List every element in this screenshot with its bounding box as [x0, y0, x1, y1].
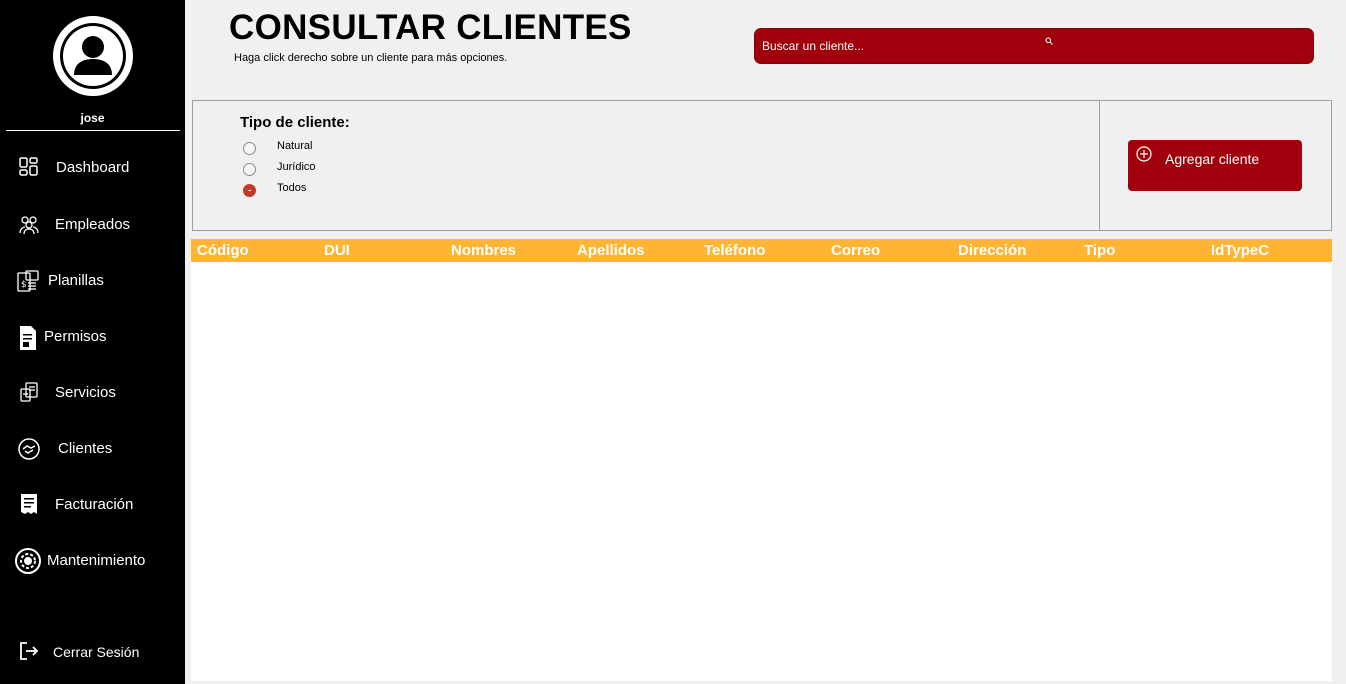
logout-button[interactable]: Cerrar Sesión: [0, 632, 185, 672]
sidebar-item-label: Dashboard: [56, 159, 130, 176]
svg-text:$: $: [21, 280, 27, 290]
sidebar-item-label: Facturación: [55, 496, 134, 513]
logout-icon: [19, 641, 41, 663]
permissions-icon: [17, 325, 39, 350]
radio-circle[interactable]: [243, 163, 256, 176]
action-panel: Agregar cliente: [1099, 100, 1332, 231]
column-header-dui[interactable]: DUI: [324, 242, 350, 259]
column-header-correo[interactable]: Correo: [831, 242, 880, 259]
search-box[interactable]: [754, 28, 1314, 64]
maintenance-gear-icon: [14, 547, 42, 575]
client-type-filter-panel: Tipo de cliente: Natural Jurídico Todos: [192, 100, 1100, 231]
sidebar-item-clientes[interactable]: Clientes: [0, 428, 185, 468]
page-title: CONSULTAR CLIENTES: [229, 8, 632, 47]
plus-circle-icon: [1136, 146, 1152, 162]
sidebar-item-dashboard[interactable]: Dashboard: [0, 147, 185, 187]
add-client-label: Agregar cliente: [1165, 151, 1260, 167]
sidebar-item-label: Mantenimiento: [47, 552, 146, 569]
filter-title: Tipo de cliente:: [240, 114, 350, 131]
radio-label: Natural: [277, 140, 313, 152]
dashboard-icon: [18, 156, 40, 178]
handshake-icon: [17, 437, 40, 460]
sidebar-item-mantenimiento[interactable]: Mantenimiento: [0, 540, 185, 580]
sidebar-item-servicios[interactable]: Servicios: [0, 372, 185, 412]
search-input[interactable]: [760, 35, 1264, 57]
sidebar-item-facturacion[interactable]: Facturación: [0, 484, 185, 524]
column-header-direccion[interactable]: Dirección: [958, 242, 1026, 259]
column-header-tipo[interactable]: Tipo: [1084, 242, 1115, 259]
column-header-idtypec[interactable]: IdTypeC: [1211, 242, 1269, 259]
search-icon: [1045, 32, 1053, 45]
column-header-apellidos[interactable]: Apellidos: [577, 242, 645, 259]
sidebar-item-label: Empleados: [55, 216, 131, 233]
radio-circle[interactable]: [243, 184, 256, 197]
radio-circle[interactable]: [243, 142, 256, 155]
table-header: Código DUI Nombres Apellidos Teléfono Co…: [191, 239, 1332, 262]
user-avatar-icon: [53, 16, 133, 96]
radio-label: Todos: [277, 182, 307, 194]
sidebar-item-empleados[interactable]: Empleados: [0, 204, 185, 244]
sidebar-item-label: Clientes: [58, 440, 113, 457]
sidebar-item-label: Planillas: [48, 272, 104, 289]
clients-table[interactable]: Código DUI Nombres Apellidos Teléfono Co…: [191, 239, 1332, 681]
username-label: jose: [80, 111, 105, 125]
invoice-icon: [19, 493, 41, 515]
payroll-icon: $: [16, 269, 39, 292]
logout-label: Cerrar Sesión: [53, 644, 140, 660]
sidebar-item-planillas[interactable]: $ Planillas: [0, 260, 185, 300]
sidebar-item-label: Servicios: [55, 384, 116, 401]
employees-icon: [18, 213, 40, 235]
column-header-codigo[interactable]: Código: [197, 242, 249, 259]
sidebar-item-label: Permisos: [44, 328, 107, 345]
page-subtitle: Haga click derecho sobre un cliente para…: [234, 52, 508, 64]
column-header-nombres[interactable]: Nombres: [451, 242, 516, 259]
sidebar: jose Dashboard Empleados $ Planillas Per…: [0, 0, 185, 684]
services-icon: [18, 381, 40, 403]
radio-label: Jurídico: [277, 161, 316, 173]
column-header-telefono[interactable]: Teléfono: [704, 242, 765, 259]
add-client-button[interactable]: Agregar cliente: [1128, 140, 1302, 191]
sidebar-divider: [6, 130, 180, 131]
sidebar-item-permisos[interactable]: Permisos: [0, 316, 185, 356]
